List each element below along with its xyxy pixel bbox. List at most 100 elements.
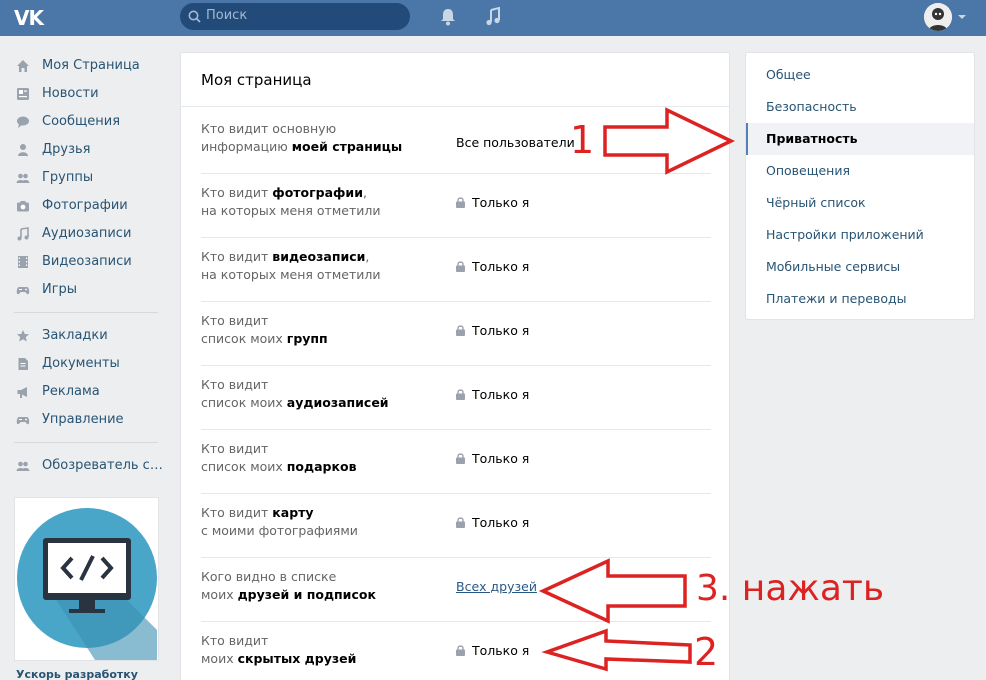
sidebar-item-label: Управление bbox=[42, 412, 124, 427]
menu-item-blacklist[interactable]: Чёрный список bbox=[746, 187, 974, 219]
sidebar-item-label: Группы bbox=[42, 170, 94, 185]
setting-value-dropdown[interactable]: Только я bbox=[456, 515, 529, 530]
settings-row: Кто видит фотографии, на которых меня от… bbox=[201, 174, 711, 238]
annotation-label-3: 3. нажать bbox=[696, 568, 885, 609]
setting-value-dropdown[interactable]: Только я bbox=[456, 259, 529, 274]
sidebar-item-label: Реклама bbox=[42, 384, 100, 399]
lock-icon bbox=[456, 197, 465, 208]
news-icon bbox=[17, 88, 29, 100]
annotation-label-1: 1 bbox=[570, 118, 595, 162]
lock-icon bbox=[456, 261, 465, 272]
settings-row: Кто видит список моих аудиозаписей Тольк… bbox=[201, 366, 711, 430]
setting-value-dropdown[interactable]: Только я bbox=[456, 451, 529, 466]
promo-banner[interactable] bbox=[14, 497, 159, 661]
camera-icon bbox=[17, 201, 29, 212]
setting-value-dropdown[interactable]: Только я bbox=[456, 323, 529, 338]
sidebar-item-audio[interactable]: Аудиозаписи bbox=[14, 220, 164, 248]
sidebar-item-video[interactable]: Видеозаписи bbox=[14, 248, 164, 276]
chevron-down-icon[interactable] bbox=[958, 15, 966, 19]
sidebar-item-ads[interactable]: Реклама bbox=[14, 378, 164, 406]
lock-icon bbox=[456, 645, 465, 656]
setting-question: Кто видит видеозаписи, на которых меня о… bbox=[201, 249, 381, 282]
avatar[interactable] bbox=[924, 3, 952, 31]
sidebar-item-label: Закладки bbox=[42, 328, 108, 343]
setting-question: Кто видит список моих аудиозаписей bbox=[201, 377, 389, 410]
menu-item-app-settings[interactable]: Настройки приложений bbox=[746, 219, 974, 251]
friends-icon bbox=[18, 144, 28, 156]
settings-row: Кто видит основную информацию моей стран… bbox=[201, 110, 711, 174]
setting-value-dropdown[interactable]: Все пользователи bbox=[456, 135, 575, 150]
setting-question: Кто видит основную информацию моей стран… bbox=[201, 121, 403, 154]
lock-icon bbox=[456, 325, 465, 336]
vk-logo[interactable]: VK bbox=[14, 6, 48, 30]
sidebar-item-label: Документы bbox=[42, 356, 120, 371]
menu-item-security[interactable]: Безопасность bbox=[746, 91, 974, 123]
lock-icon bbox=[456, 517, 465, 528]
sidebar-item-groups[interactable]: Группы bbox=[14, 164, 164, 192]
menu-item-mobile-services[interactable]: Мобильные сервисы bbox=[746, 251, 974, 283]
community-icon bbox=[16, 461, 30, 471]
sidebar-item-label: Друзья bbox=[42, 142, 91, 157]
setting-value-link[interactable]: Всех друзей bbox=[456, 579, 537, 594]
home-icon bbox=[17, 60, 29, 72]
settings-row: Кто видит список моих подарков Только я bbox=[201, 430, 711, 494]
music-note-icon[interactable] bbox=[485, 7, 501, 27]
sidebar-item-bookmarks[interactable]: Закладки bbox=[14, 322, 164, 350]
document-icon bbox=[18, 358, 28, 370]
settings-row: Кто видит видеозаписи, на которых меня о… bbox=[201, 238, 711, 302]
sidebar-item-documents[interactable]: Документы bbox=[14, 350, 164, 378]
sidebar-item-label: Аудиозаписи bbox=[42, 226, 132, 241]
sidebar-item-my-page[interactable]: Моя Страница bbox=[14, 52, 164, 80]
groups-icon bbox=[16, 173, 30, 183]
annotation-label-2: 2 bbox=[694, 630, 719, 674]
settings-row: Кто видит список моих групп Только я bbox=[201, 302, 711, 366]
setting-question: Кто видит список моих подарков bbox=[201, 441, 357, 474]
privacy-settings-card: Моя страница Кто видит основную информац… bbox=[180, 52, 730, 680]
sidebar-item-label: Сообщения bbox=[42, 114, 121, 129]
page-title: Моя страница bbox=[181, 53, 729, 107]
gamepad-icon bbox=[16, 417, 30, 425]
sidebar-item-friends[interactable]: Друзья bbox=[14, 136, 164, 164]
sidebar-divider bbox=[14, 442, 158, 443]
menu-item-general[interactable]: Общее bbox=[746, 59, 974, 91]
setting-question: Кто видит список моих групп bbox=[201, 313, 328, 346]
sidebar-item-label: Видеозаписи bbox=[42, 254, 132, 269]
gamepad-icon bbox=[16, 287, 30, 295]
sidebar-item-label: Обозреватель со… bbox=[42, 458, 164, 473]
setting-question: Кого видно в списке моих друзей и подпис… bbox=[201, 569, 376, 602]
sidebar-item-label: Моя Страница bbox=[42, 58, 140, 73]
menu-item-notifications[interactable]: Оповещения bbox=[746, 155, 974, 187]
lock-icon bbox=[456, 453, 465, 464]
menu-item-payments[interactable]: Платежи и переводы bbox=[746, 283, 974, 315]
top-bar: VK Поиск bbox=[0, 0, 986, 36]
sidebar-item-photos[interactable]: Фотографии bbox=[14, 192, 164, 220]
star-icon bbox=[17, 330, 29, 342]
setting-question: Кто видит фотографии, на которых меня от… bbox=[201, 185, 381, 218]
sidebar-item-label: Игры bbox=[42, 282, 78, 297]
lock-icon bbox=[456, 389, 465, 400]
setting-value-dropdown[interactable]: Только я bbox=[456, 195, 529, 210]
sidebar-item-news[interactable]: Новости bbox=[14, 80, 164, 108]
search-placeholder: Поиск bbox=[206, 8, 248, 23]
code-monitor-illustration bbox=[15, 498, 158, 660]
settings-row: Кто видит моих скрытых друзей Только я bbox=[201, 622, 711, 680]
setting-value-dropdown[interactable]: Только я bbox=[456, 387, 529, 402]
settings-menu: Общее Безопасность Приватность Оповещени… bbox=[745, 52, 975, 320]
settings-row: Кто видит карту с моими фотографиями Тол… bbox=[201, 494, 711, 558]
promo-caption[interactable]: Ускорь разработку bbox=[16, 668, 138, 680]
video-icon bbox=[18, 256, 28, 268]
sidebar-item-label: Фотографии bbox=[42, 198, 128, 213]
sidebar-item-label: Новости bbox=[42, 86, 99, 101]
settings-row: Кого видно в списке моих друзей и подпис… bbox=[201, 558, 711, 622]
sidebar-item-messages[interactable]: Сообщения bbox=[14, 108, 164, 136]
bell-icon[interactable] bbox=[440, 7, 456, 27]
search-box[interactable]: Поиск bbox=[180, 3, 410, 30]
sidebar-item-games[interactable]: Игры bbox=[14, 276, 164, 304]
messages-icon bbox=[17, 116, 29, 128]
music-icon bbox=[17, 227, 29, 241]
sidebar-item-community[interactable]: Обозреватель со… bbox=[14, 452, 164, 480]
setting-question: Кто видит карту с моими фотографиями bbox=[201, 505, 358, 538]
setting-value-dropdown[interactable]: Только я bbox=[456, 643, 529, 658]
sidebar-item-management[interactable]: Управление bbox=[14, 406, 164, 434]
menu-item-privacy[interactable]: Приватность bbox=[746, 123, 974, 155]
